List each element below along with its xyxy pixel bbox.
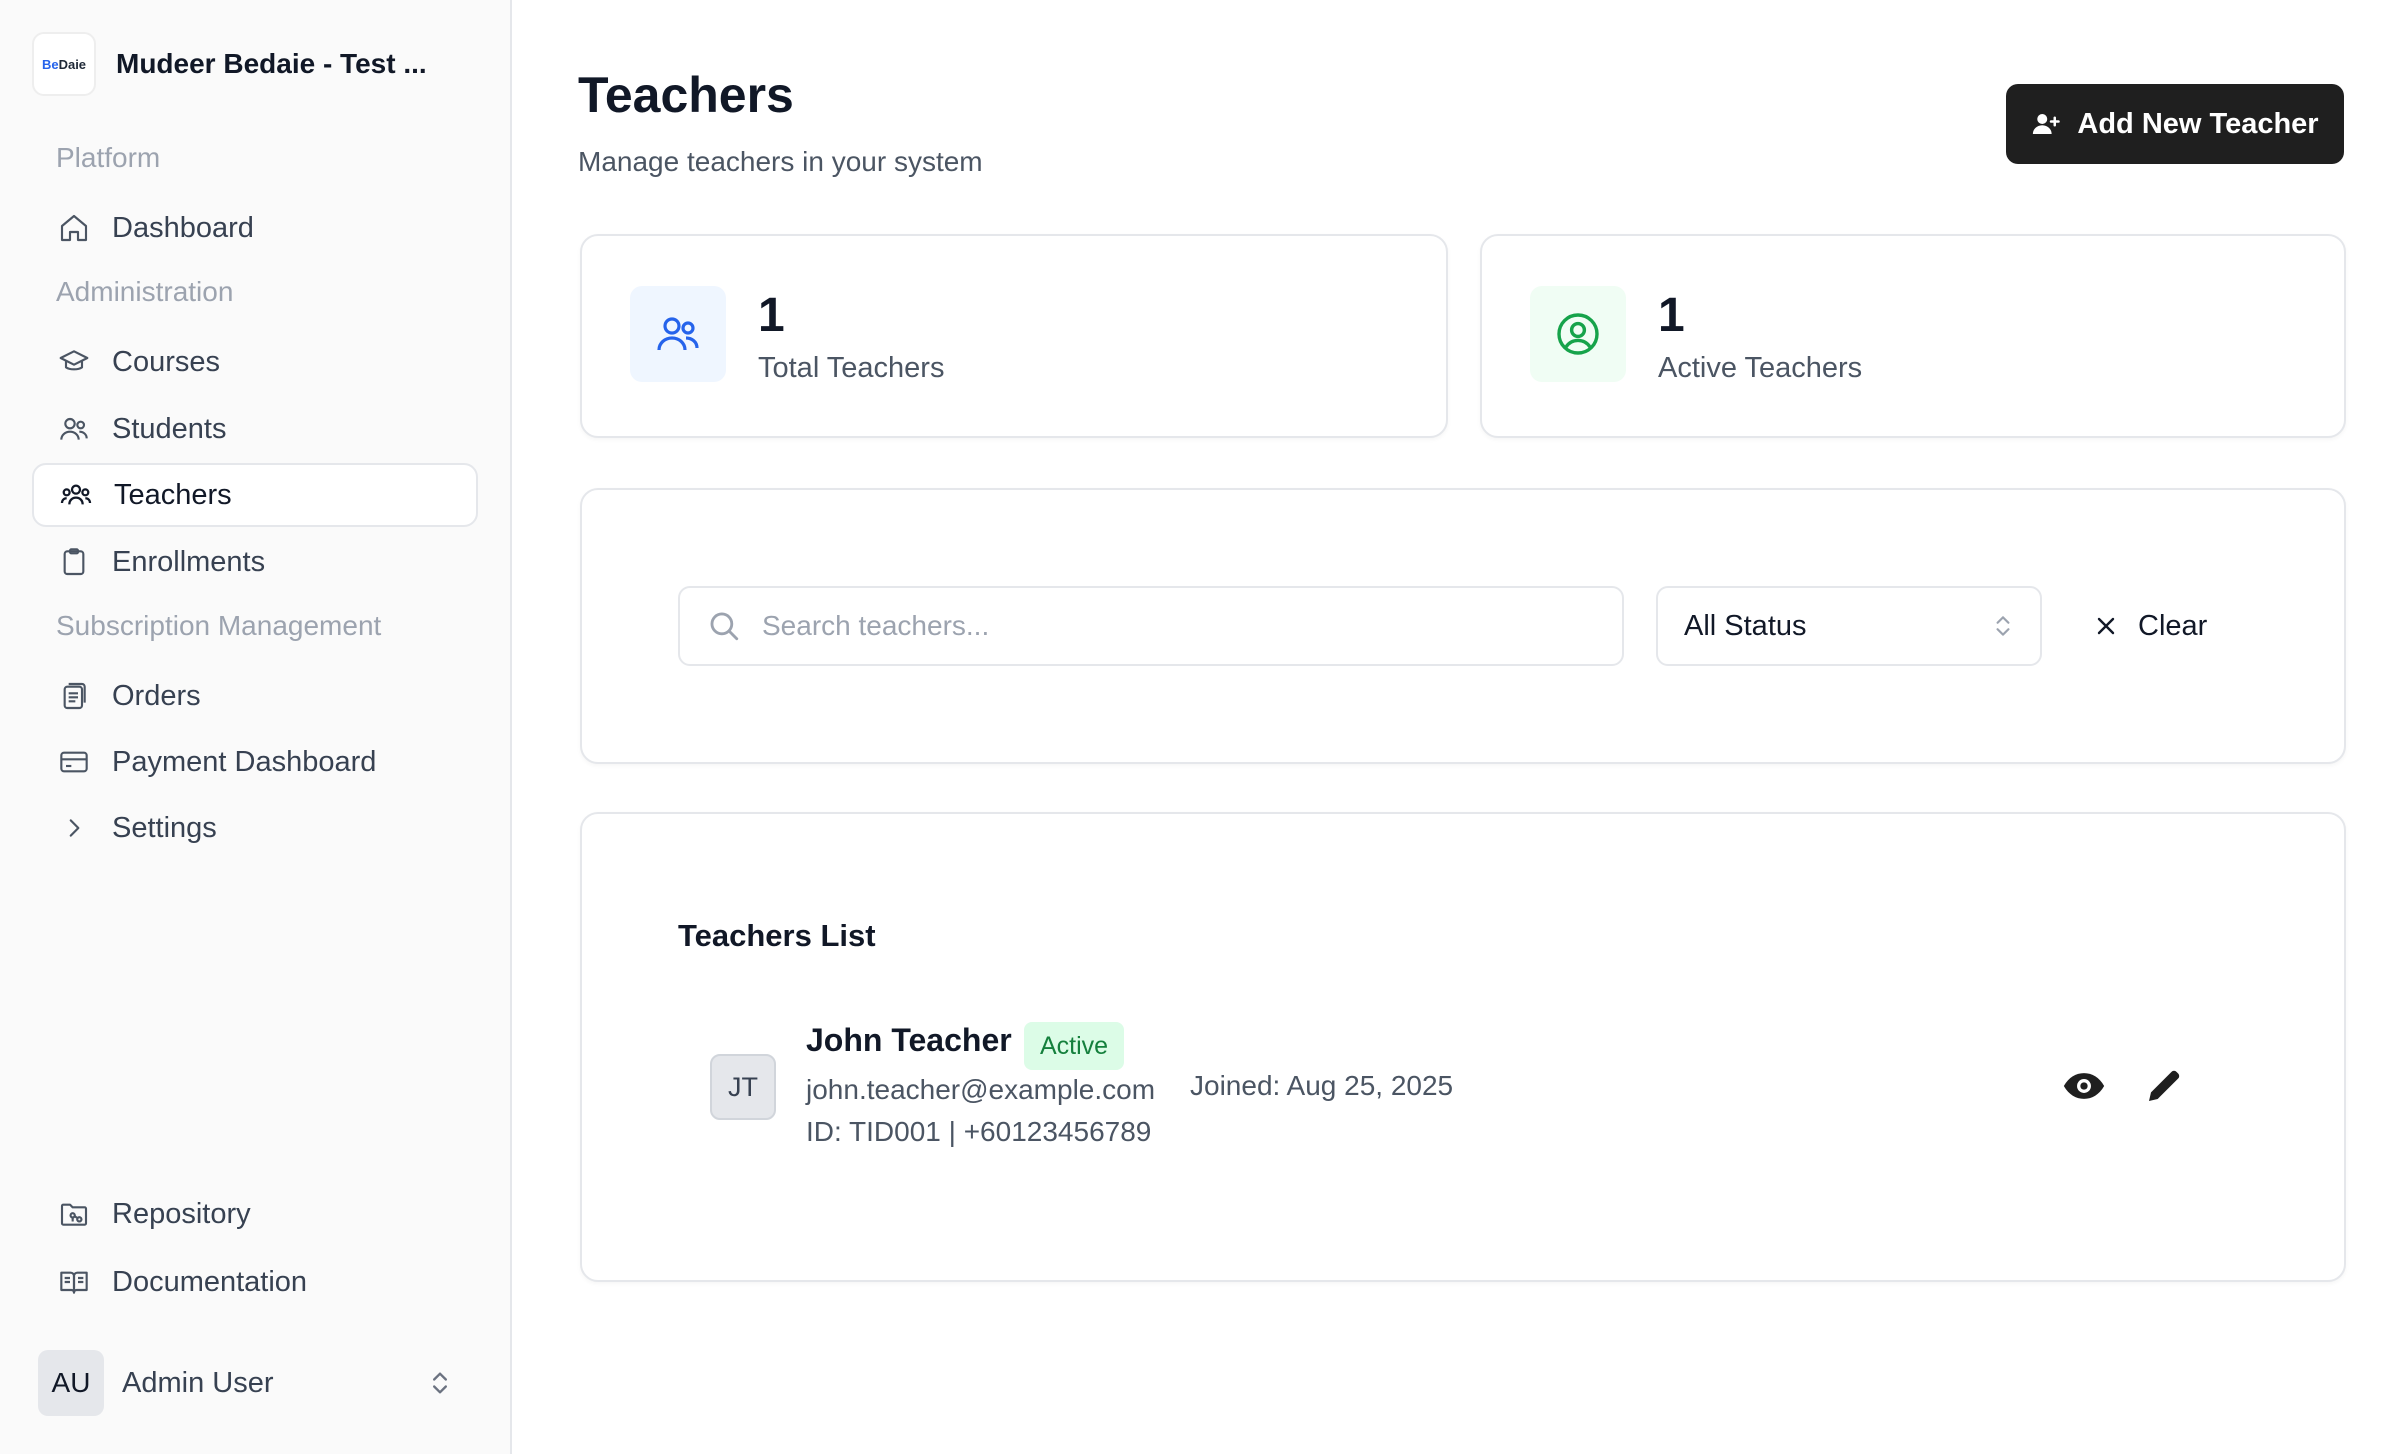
sidebar-item-label: Enrollments <box>112 545 266 578</box>
add-new-teacher-button[interactable]: Add New Teacher <box>2006 84 2344 164</box>
sidebar-item-courses[interactable]: Courses <box>32 330 478 394</box>
teachers-list-title: Teachers List <box>678 918 876 953</box>
search-box[interactable] <box>678 586 1624 666</box>
graduation-cap-icon <box>56 344 92 380</box>
teacher-id-phone: ID: TID001 | +60123456789 <box>806 1116 1152 1147</box>
user-plus-icon <box>2031 109 2061 139</box>
sidebar-item-label: Courses <box>112 345 220 378</box>
sidebar-item-students[interactable]: Students <box>32 397 478 461</box>
stat-label: Active Teachers <box>1658 352 1863 384</box>
filters-card: All Status Clear <box>580 488 2346 764</box>
sidebar-item-dashboard[interactable]: Dashboard <box>32 196 478 260</box>
sidebar-item-label: Repository <box>112 1197 251 1230</box>
nav-section-administration: Administration <box>56 276 234 307</box>
clear-label: Clear <box>2138 609 2208 642</box>
user-menu[interactable]: AU Admin User <box>38 1350 458 1416</box>
eye-icon <box>2062 1064 2106 1108</box>
clipboard-icon <box>56 544 92 580</box>
avatar: JT <box>710 1054 776 1120</box>
sidebar-item-label: Settings <box>112 811 217 844</box>
page-title: Teachers <box>578 67 794 123</box>
teacher-name: John Teacher <box>806 1022 1012 1058</box>
brand-logo: Be Daie <box>32 32 96 96</box>
avatar: AU <box>38 1350 104 1416</box>
stat-value: 1 <box>1658 289 1685 342</box>
nav-section-platform: Platform <box>56 142 161 173</box>
brand[interactable]: Be Daie Mudeer Bedaie - Test ... <box>32 32 446 96</box>
status-badge: Active <box>1024 1022 1125 1070</box>
home-icon <box>56 210 92 246</box>
nav-section-subscription: Subscription Management <box>56 610 382 641</box>
sidebar-item-settings[interactable]: Settings <box>32 796 478 860</box>
chevrons-up-down-icon <box>422 1365 458 1401</box>
users-group-icon <box>58 477 94 513</box>
view-teacher-button[interactable] <box>2058 1060 2110 1112</box>
sidebar-item-documentation[interactable]: Documentation <box>32 1250 478 1314</box>
sidebar-item-label: Teachers <box>114 478 232 511</box>
user-circle-icon <box>1530 286 1626 382</box>
stat-card-active-teachers: 1 Active Teachers <box>1480 234 2346 438</box>
close-icon <box>2094 614 2118 638</box>
users-icon <box>56 411 92 447</box>
status-filter-value: All Status <box>1684 609 1807 642</box>
credit-card-icon <box>56 744 92 780</box>
sidebar-item-label: Orders <box>112 679 201 712</box>
clear-filters-button[interactable]: Clear <box>2094 590 2207 662</box>
book-open-icon <box>56 1264 92 1300</box>
search-input[interactable] <box>762 610 1582 642</box>
brand-name: Mudeer Bedaie - Test ... <box>116 48 427 79</box>
add-new-teacher-label: Add New Teacher <box>2077 107 2319 140</box>
sidebar-item-label: Dashboard <box>112 211 254 244</box>
search-icon <box>704 606 744 646</box>
orders-clipboard-icon <box>56 678 92 714</box>
sidebar-item-label: Payment Dashboard <box>112 745 377 778</box>
stat-label: Total Teachers <box>758 352 945 384</box>
sidebar-item-label: Documentation <box>112 1265 308 1298</box>
teachers-list-card: Teachers List JT John Teacher Active joh… <box>580 812 2346 1282</box>
sidebar-item-teachers[interactable]: Teachers <box>32 463 478 527</box>
page-subtitle: Manage teachers in your system <box>578 146 983 177</box>
pencil-icon <box>2144 1066 2184 1106</box>
sidebar-item-enrollments[interactable]: Enrollments <box>32 530 478 594</box>
sidebar: Be Daie Mudeer Bedaie - Test ... Platform… <box>0 0 512 1454</box>
edit-teacher-button[interactable] <box>2138 1060 2190 1112</box>
sidebar-item-orders[interactable]: Orders <box>32 664 478 728</box>
users-icon <box>630 286 726 382</box>
chevrons-up-down-icon <box>1990 613 2016 639</box>
teacher-joined-date: Joined: Aug 25, 2025 <box>1190 1070 1454 1101</box>
teacher-email: john.teacher@example.com <box>806 1074 1156 1105</box>
folder-git-icon <box>56 1196 92 1232</box>
status-filter-select[interactable]: All Status <box>1656 586 2042 666</box>
chevron-right-icon <box>56 810 92 846</box>
sidebar-item-repository[interactable]: Repository <box>32 1182 478 1246</box>
stat-value: 1 <box>758 289 785 342</box>
sidebar-item-label: Students <box>112 412 227 445</box>
sidebar-item-payment-dashboard[interactable]: Payment Dashboard <box>32 730 478 794</box>
user-name: Admin User <box>122 1366 274 1399</box>
stat-card-total-teachers: 1 Total Teachers <box>580 234 1448 438</box>
